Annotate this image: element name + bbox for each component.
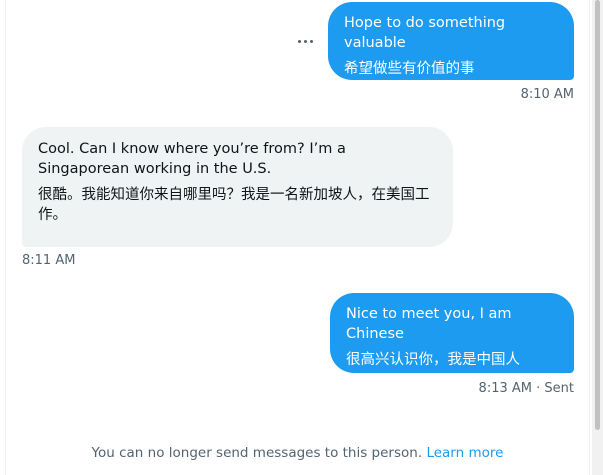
message-text-en: Nice to meet you, I am Chinese — [346, 306, 512, 342]
more-options-icon[interactable] — [295, 31, 317, 51]
timestamp-text: 8:11 AM — [22, 253, 76, 268]
conversation-border-right — [589, 0, 590, 475]
message-text-zh: 很酷。我能知道你来自哪里吗？我是一名新加坡人，在美国工作。 — [38, 187, 430, 223]
meta-separator: · — [536, 381, 541, 396]
notice-text: You can no longer send messages to this … — [91, 445, 423, 461]
message-text-en: Hope to do something valuable — [344, 15, 506, 51]
message-timestamp: 8:10 AM — [521, 87, 574, 103]
message-text-en: Cool. Can I know where you’re from? I’m … — [38, 141, 346, 177]
messaging-disabled-notice: You can no longer send messages to this … — [6, 445, 589, 461]
message-text-zh: 希望做些有价值的事 — [344, 61, 475, 77]
message-bubble-outgoing[interactable]: Nice to meet you, I am Chinese 很高兴认识你，我是… — [330, 293, 574, 373]
timestamp-text: 8:10 AM — [520, 87, 574, 102]
learn-more-link[interactable]: Learn more — [426, 445, 503, 461]
delivery-status: Sent — [544, 381, 574, 396]
message-bubble-incoming[interactable]: Cool. Can I know where you’re from? I’m … — [22, 127, 453, 247]
conversation-border-left — [5, 0, 6, 475]
message-timestamp: 8:11 AM — [22, 253, 75, 269]
scrollbar-thumb[interactable] — [595, 0, 600, 430]
message-bubble-outgoing[interactable]: Hope to do something valuable 希望做些有价值的事 — [328, 2, 574, 80]
message-text-zh: 很高兴认识你，我是中国人 — [346, 352, 520, 368]
timestamp-text: 8:13 AM — [478, 381, 532, 396]
message-timestamp: 8:13 AM · Sent — [479, 381, 574, 397]
